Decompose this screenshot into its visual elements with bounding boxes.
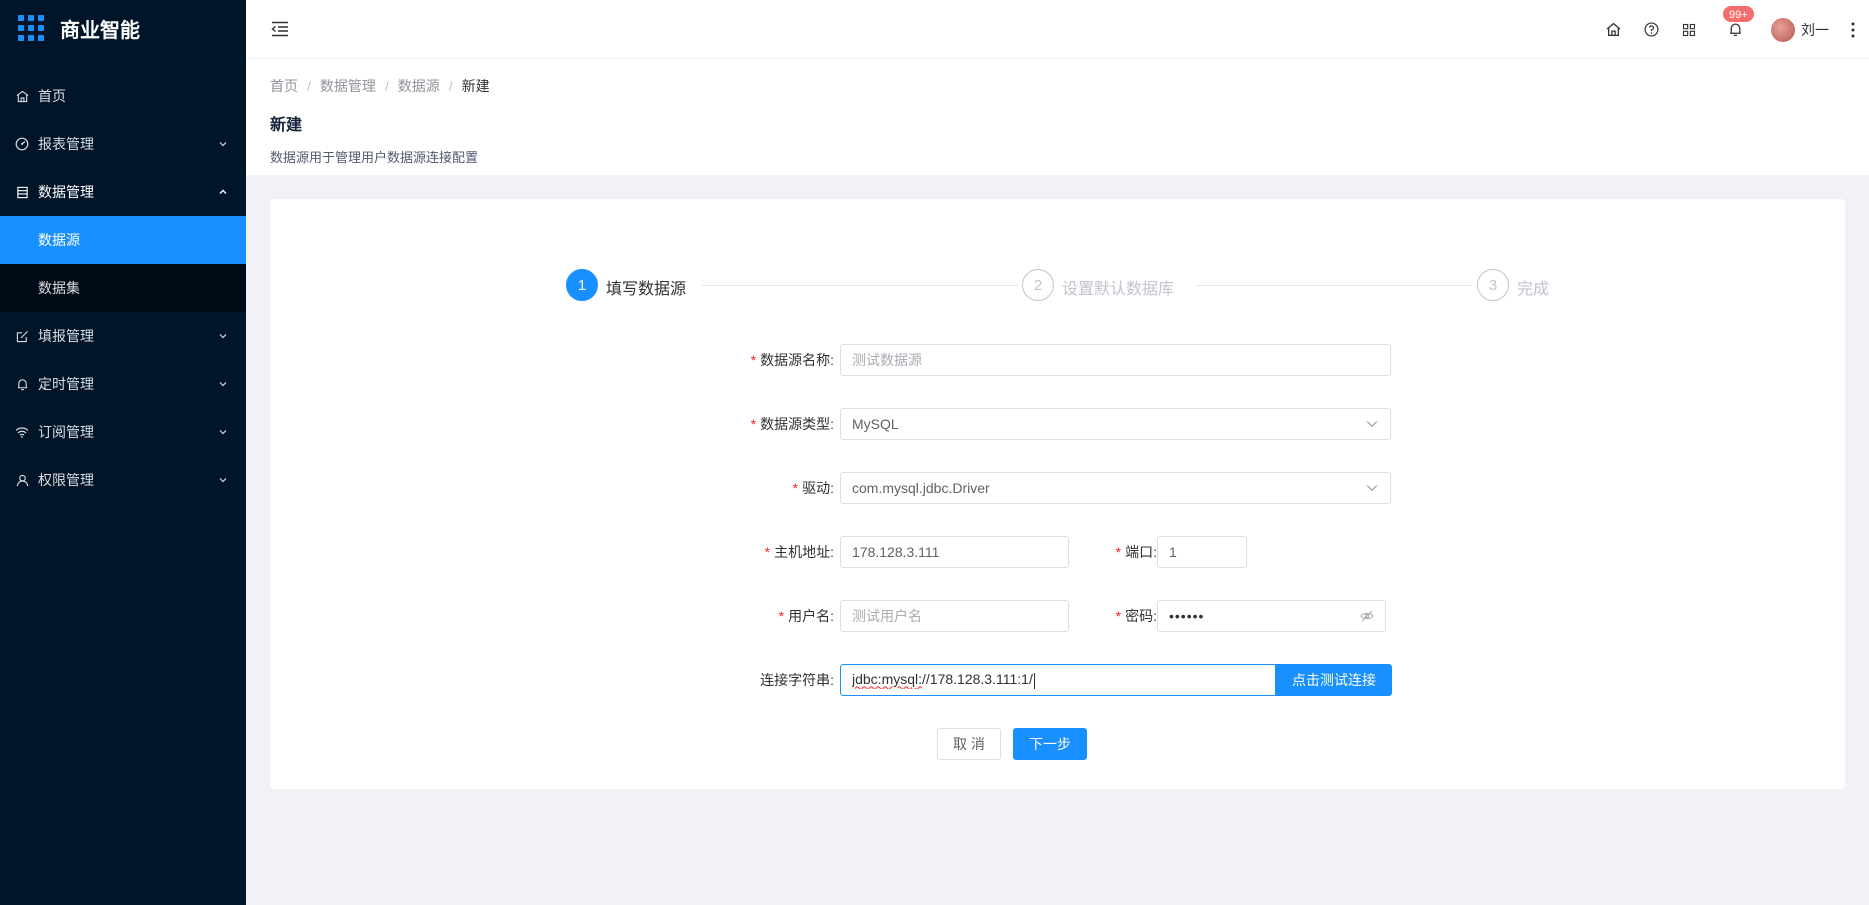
sidebar-menu: 首页 报表管理 数据管理 数据源 数据集 填报管理 定时管理 订阅管理 权限管理 [0, 72, 246, 504]
sidebar-item-schedule[interactable]: 定时管理 [0, 360, 246, 408]
breadcrumb-data-management[interactable]: 数据管理 [320, 76, 376, 96]
driver-label: * 驱动: [792, 480, 834, 496]
more-vertical-icon[interactable] [1843, 20, 1863, 40]
sidebar-item-subscription[interactable]: 订阅管理 [0, 408, 246, 456]
edit-icon [14, 328, 30, 344]
wifi-icon [14, 424, 30, 440]
form-row-driver: * 驱动: com.mysql.jdbc.Driver [730, 472, 1391, 504]
breadcrumb: 首页 / 数据管理 / 数据源 / 新建 [270, 76, 1845, 96]
type-label: * 数据源类型: [750, 416, 834, 432]
sidebar-item-label: 定时管理 [38, 376, 94, 392]
step-3-label: 完成 [1517, 281, 1550, 298]
sidebar-item-label: 数据管理 [38, 184, 94, 200]
host-label: * 主机地址: [764, 544, 834, 560]
driver-select[interactable]: com.mysql.jdbc.Driver [840, 472, 1391, 504]
password-label: * 密码: [1115, 608, 1157, 624]
sidebar-item-datasource[interactable]: 数据源 [0, 216, 246, 264]
sidebar-item-dataset[interactable]: 数据集 [0, 264, 246, 312]
sidebar-item-data-management[interactable]: 数据管理 [0, 168, 246, 216]
home-icon[interactable] [1603, 20, 1623, 40]
user-menu[interactable]: 刘一 [1771, 17, 1829, 42]
step-2-label: 设置默认数据库 [1062, 281, 1175, 298]
breadcrumb-separator: / [384, 78, 389, 94]
breadcrumb-separator: / [448, 78, 453, 94]
chevron-down-icon [219, 382, 227, 387]
test-connection-button[interactable]: 点击测试连接 [1276, 664, 1392, 696]
form-row-type: * 数据源类型: MySQL [730, 408, 1391, 440]
form-row-host: * 主机地址: 178.128.3.111 * 端口: 1 [730, 536, 1247, 568]
top-header: 99+ 刘一 [246, 0, 1869, 59]
step-connector [1196, 285, 1472, 286]
apps-grid-icon [18, 15, 44, 41]
submenu-data-management: 数据源 数据集 [0, 216, 246, 312]
sidebar: 商业智能 首页 报表管理 数据管理 数据源 数据集 填报管理 定时管理 订阅管理… [0, 0, 246, 905]
page-header: 首页 / 数据管理 / 数据源 / 新建 新建 数据源用于管理用户数据源连接配置 [246, 59, 1869, 175]
form-row-credentials: * 用户名: 测试用户名 * 密码: •••••• [730, 600, 1386, 632]
chevron-down-icon [219, 334, 227, 339]
notification-badge: 99+ [1722, 4, 1755, 23]
page-title: 新建 [270, 117, 303, 134]
step-1-label: 填写数据源 [606, 281, 687, 298]
form-row-name: * 数据源名称: 测试数据源 [730, 344, 1391, 376]
step-connector [702, 285, 1018, 286]
step-2-number: 2 [1022, 269, 1054, 301]
home-icon [14, 88, 30, 104]
chevron-down-icon [219, 430, 227, 435]
logo[interactable]: 商业智能 [0, 0, 246, 56]
breadcrumb-datasource[interactable]: 数据源 [398, 76, 440, 96]
breadcrumb-separator: / [307, 78, 311, 94]
dashboard-icon [14, 136, 30, 152]
username-input[interactable]: 测试用户名 [840, 600, 1069, 632]
sidebar-item-label: 填报管理 [38, 328, 94, 344]
form-card: 1 填写数据源 2 设置默认数据库 3 完成 * 数据源名称: 测试数据源 * 数据… [270, 199, 1845, 789]
steps: 1 填写数据源 2 设置默认数据库 3 完成 [566, 269, 1566, 301]
sidebar-item-label: 订阅管理 [38, 424, 94, 440]
breadcrumb-current: 新建 [461, 78, 490, 94]
notification-bell-icon[interactable]: 99+ [1722, 4, 1755, 40]
menu-fold-icon[interactable] [270, 19, 290, 39]
chevron-down-icon [1366, 421, 1378, 428]
chevron-down-icon [219, 142, 227, 147]
text-caret [1033, 672, 1035, 689]
cancel-button[interactable]: 取 消 [937, 728, 1001, 760]
user-icon [14, 472, 30, 488]
app-title: 商业智能 [60, 19, 140, 42]
sidebar-item-label: 报表管理 [38, 136, 94, 152]
database-icon [14, 184, 30, 200]
connection-string-input[interactable]: jdbc:mysql://178.128.3.111:1/ [840, 664, 1276, 696]
next-step-button[interactable]: 下一步 [1013, 728, 1087, 760]
breadcrumb-home[interactable]: 首页 [270, 76, 298, 96]
eye-off-icon[interactable] [1360, 609, 1374, 623]
sidebar-item-reports[interactable]: 报表管理 [0, 120, 246, 168]
username-label: * 用户名: [778, 608, 834, 624]
apps-icon[interactable] [1679, 20, 1699, 40]
sidebar-item-fill-report[interactable]: 填报管理 [0, 312, 246, 360]
avatar [1771, 17, 1795, 42]
help-icon[interactable] [1641, 20, 1661, 40]
bell-icon [14, 376, 30, 392]
sidebar-item-permissions[interactable]: 权限管理 [0, 456, 246, 504]
chevron-down-icon [219, 478, 227, 483]
sidebar-item-label: 权限管理 [38, 472, 94, 488]
user-name: 刘一 [1801, 21, 1829, 38]
form-row-connection: 连接字符串: jdbc:mysql://178.128.3.111:1/ 点击测… [730, 664, 1392, 696]
port-label: * 端口: [1115, 544, 1157, 560]
sidebar-item-label: 首页 [38, 88, 66, 104]
host-input[interactable]: 178.128.3.111 [840, 536, 1069, 568]
datasource-type-select[interactable]: MySQL [840, 408, 1391, 440]
page-description: 数据源用于管理用户数据源连接配置 [270, 150, 479, 165]
chevron-down-icon [1366, 485, 1378, 492]
port-input[interactable]: 1 [1157, 536, 1247, 568]
header-actions: 99+ 刘一 [1585, 0, 1869, 59]
chevron-up-icon [219, 189, 227, 194]
connection-label: 连接字符串: [760, 672, 834, 688]
step-3-number: 3 [1477, 269, 1509, 301]
name-label: * 数据源名称: [750, 352, 834, 368]
password-input[interactable]: •••••• [1157, 600, 1386, 632]
datasource-name-input[interactable]: 测试数据源 [840, 344, 1391, 376]
step-1-number: 1 [566, 269, 598, 301]
sidebar-item-home[interactable]: 首页 [0, 72, 246, 120]
